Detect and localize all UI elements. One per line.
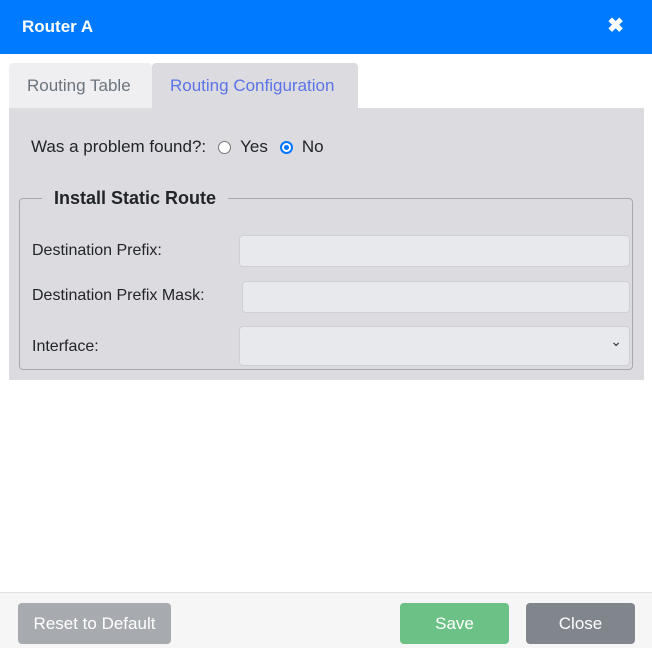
close-button[interactable]: Close bbox=[526, 603, 635, 644]
interface-select[interactable]: ⌄ bbox=[239, 326, 630, 366]
save-button[interactable]: Save bbox=[400, 603, 509, 644]
radio-yes[interactable] bbox=[218, 140, 232, 154]
problem-found-question: Was a problem found?: Yes No bbox=[31, 137, 336, 157]
reset-to-default-button[interactable]: Reset to Default bbox=[18, 603, 171, 644]
problem-found-label: Was a problem found?: bbox=[31, 137, 207, 156]
radio-no-label[interactable]: No bbox=[302, 137, 324, 157]
destination-prefix-mask-label: Destination Prefix Mask: bbox=[32, 287, 205, 304]
radio-no[interactable] bbox=[279, 140, 293, 154]
chevron-down-icon: ⌄ bbox=[610, 333, 622, 349]
destination-prefix-mask-input[interactable] bbox=[242, 281, 630, 313]
tab-bar: Routing Table Routing Configuration bbox=[9, 63, 358, 108]
tab-routing-table[interactable]: Routing Table bbox=[9, 63, 152, 108]
dialog-header: Router A ✖ bbox=[0, 0, 652, 54]
radio-yes-label[interactable]: Yes bbox=[240, 137, 268, 157]
destination-prefix-label: Destination Prefix: bbox=[32, 242, 162, 259]
install-static-route-fieldset: Install Static Route Destination Prefix:… bbox=[19, 188, 633, 370]
close-icon[interactable]: ✖ bbox=[607, 14, 624, 38]
interface-label: Interface: bbox=[32, 338, 99, 355]
install-static-route-legend: Install Static Route bbox=[54, 188, 217, 208]
destination-prefix-input[interactable] bbox=[239, 235, 630, 267]
dialog-footer: Reset to Default Save Close bbox=[0, 593, 652, 648]
tab-routing-configuration[interactable]: Routing Configuration bbox=[152, 63, 358, 108]
routing-configuration-panel: Was a problem found?: Yes No Install Sta… bbox=[9, 108, 644, 380]
dialog-title: Router A bbox=[22, 17, 94, 36]
